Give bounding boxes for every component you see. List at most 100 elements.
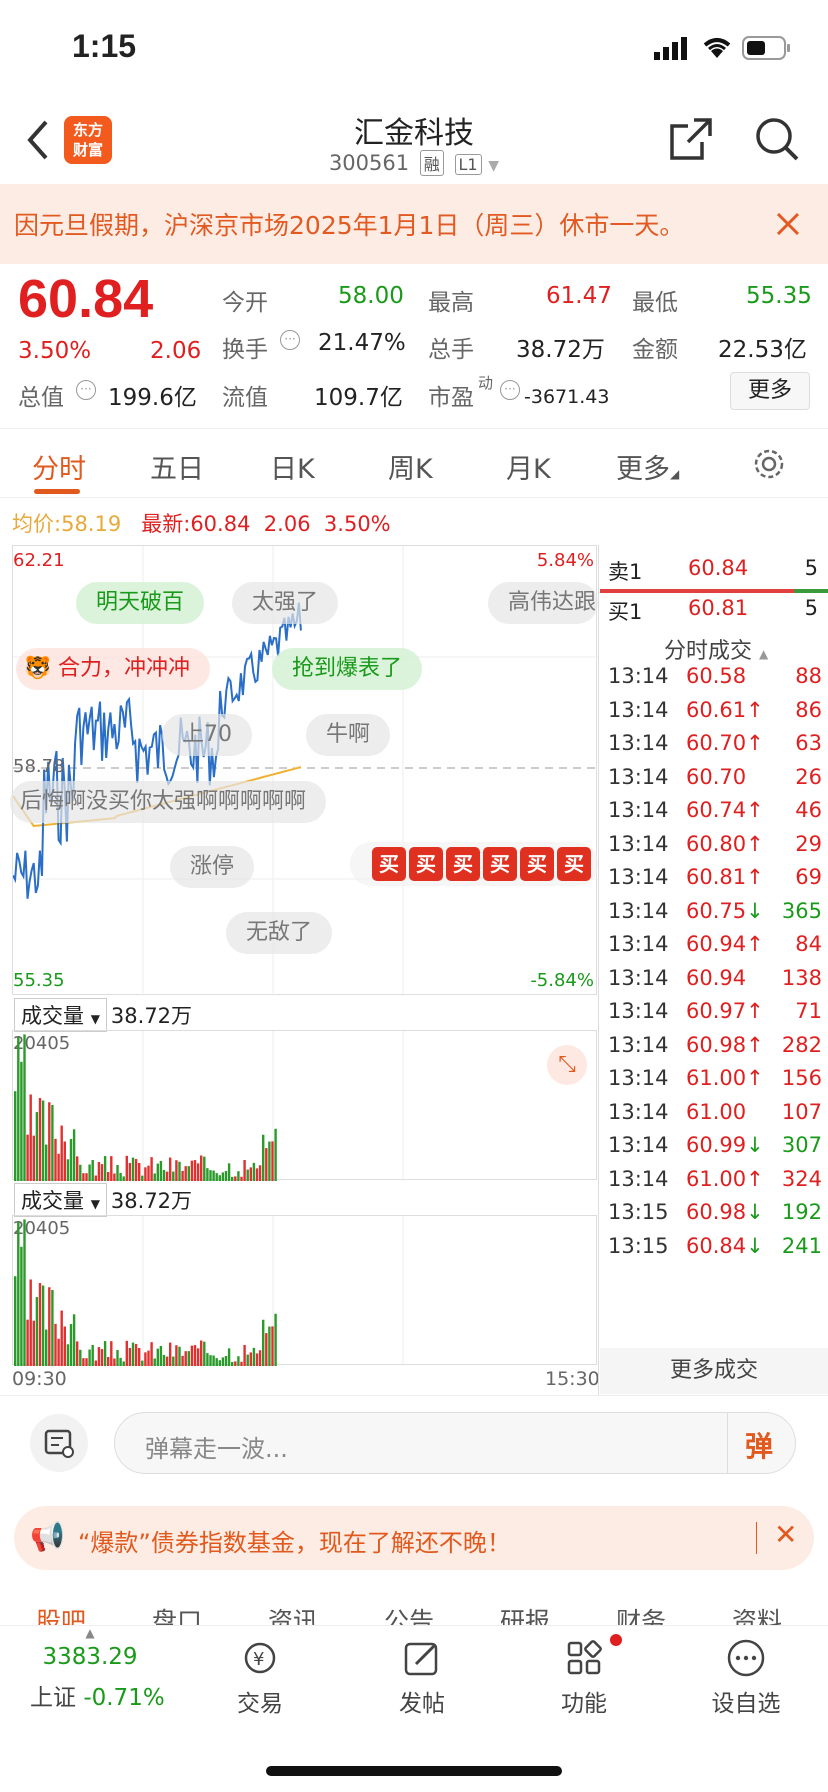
danmu-item[interactable]: 后悔啊没买你太强啊啊啊啊啊 — [10, 781, 327, 823]
volume-bar — [165, 1356, 169, 1366]
volume-bar — [35, 1112, 39, 1181]
volume-bar — [262, 1134, 265, 1181]
volume-bar — [258, 1350, 262, 1366]
volume-bar — [20, 1246, 23, 1366]
nav-add-watchlist[interactable]: 设自选 — [686, 1626, 806, 1718]
volume-bar — [125, 1340, 128, 1366]
tab-research[interactable]: 研报 — [500, 1602, 550, 1625]
volume-bar — [190, 1345, 194, 1366]
trade-icon: ¥ — [244, 1642, 276, 1674]
volume-bar — [227, 1163, 231, 1181]
volume-bar — [221, 1357, 225, 1366]
volume-bar — [79, 1349, 82, 1366]
volume-chart[interactable]: 20405 ⤡ — [12, 1030, 597, 1181]
stock-code: 300561 — [328, 151, 410, 175]
volume-bar — [203, 1341, 206, 1366]
trade-volume: 192 — [781, 1200, 822, 1224]
trade-volume: 29 — [795, 831, 822, 856]
info-icon[interactable]: ··· — [280, 330, 300, 350]
tab-announcements[interactable]: 公告 — [384, 1602, 434, 1625]
more-trades-button[interactable]: 更多成交 — [600, 1348, 828, 1394]
nav-post[interactable]: 发帖 — [362, 1626, 482, 1718]
high-label: 最高 — [428, 290, 474, 316]
volume-bar — [41, 1285, 45, 1366]
danmu-item[interactable]: 上70 — [162, 714, 252, 756]
expand-icon[interactable]: ⤡ — [547, 1045, 587, 1085]
volume-header[interactable]: 成交量 ▼ 38.72万 — [14, 998, 192, 1032]
tab-news[interactable]: 资讯 — [268, 1602, 318, 1625]
nav-trade[interactable]: ¥ 交易 — [200, 1626, 320, 1718]
volume-bar — [234, 1176, 237, 1181]
tab-financials[interactable]: 财务 — [616, 1602, 666, 1625]
volume-bar — [66, 1344, 70, 1366]
volume-bar — [184, 1351, 187, 1366]
fund-ad-banner[interactable]: 📢 “爆款”债券指数基金，现在了解还不晚！ ✕ — [14, 1506, 814, 1570]
nav-functions[interactable]: 功能 — [524, 1626, 644, 1718]
volume-bar — [85, 1173, 88, 1181]
danmu-item[interactable]: 明天破百 — [76, 582, 205, 624]
edit-icon — [404, 1642, 438, 1676]
gear-icon[interactable] — [752, 447, 786, 481]
tab-daily-k[interactable]: 日K — [270, 447, 315, 486]
danmu-item[interactable]: 抢到爆表了 — [272, 648, 423, 690]
trades-header[interactable]: 分时成交 ▲ — [664, 633, 768, 665]
danmu-item[interactable]: 🐯 合力，冲冲冲 — [16, 648, 211, 690]
volume-bar — [54, 1138, 57, 1181]
danmu-item[interactable]: 涨停 — [170, 846, 255, 888]
volume-header[interactable]: 成交量 ▼ 38.72万 — [14, 1183, 192, 1217]
index-ticker[interactable]: ▲ 3383.29 上证 -0.71% — [30, 1626, 165, 1712]
tab-more[interactable]: 更多◢ — [616, 447, 679, 486]
volume-bar — [23, 1219, 26, 1366]
close-icon[interactable]: ✕ — [774, 1518, 797, 1551]
tab-five-day[interactable]: 五日 — [150, 447, 204, 486]
volume-bar — [91, 1159, 94, 1181]
volume-bar — [45, 1144, 48, 1181]
volume-chart[interactable]: 20405 — [12, 1215, 597, 1366]
open-label: 今开 — [222, 290, 268, 316]
volume-bar — [231, 1361, 234, 1366]
search-icon[interactable] — [754, 116, 800, 162]
info-icon[interactable]: ··· — [76, 380, 96, 400]
share-icon[interactable] — [668, 116, 714, 162]
trade-row: 13:14 60.81↑ 69 — [608, 865, 826, 903]
volume-bar — [94, 1360, 97, 1366]
trade-time: 13:14 — [608, 865, 669, 889]
volume-bar — [119, 1172, 122, 1181]
trade-row: 13:14 60.75↓ 365 — [608, 899, 826, 937]
volume-bar — [209, 1170, 212, 1181]
volume-bar — [88, 1349, 91, 1366]
amount-value: 22.53亿 — [718, 337, 807, 363]
volume-bar — [97, 1347, 101, 1366]
volume-bar — [17, 1036, 20, 1181]
danmu-item[interactable]: 牛啊 — [306, 714, 391, 756]
danmu-item[interactable]: 高伟达跟 — [488, 582, 598, 624]
info-icon[interactable]: ··· — [500, 380, 520, 400]
danmu-send-button[interactable]: 弹 — [745, 1425, 773, 1465]
volume-bar — [262, 1319, 265, 1366]
tab-profile[interactable]: 资料 — [732, 1602, 782, 1625]
more-button[interactable]: 更多 — [730, 372, 810, 410]
trade-volume: 69 — [795, 865, 822, 889]
tab-forum[interactable]: 股吧 — [36, 1602, 86, 1625]
tab-orderbook[interactable]: 盘口 — [152, 1602, 202, 1625]
tab-weekly-k[interactable]: 周K — [388, 447, 433, 486]
more-icon — [727, 1639, 765, 1677]
trade-volume: 282 — [781, 1032, 822, 1057]
status-time: 1:15 — [72, 28, 137, 64]
trade-price: 60.99↓ — [686, 1133, 764, 1157]
tab-monthly-k[interactable]: 月K — [506, 447, 551, 486]
trade-time: 13:14 — [608, 764, 669, 789]
danmu-input[interactable]: 弹幕走一波... 弹 — [114, 1412, 796, 1474]
close-icon[interactable] — [776, 212, 800, 236]
volume-bar — [113, 1173, 116, 1181]
trade-volume: 324 — [781, 1166, 822, 1191]
trade-row: 13:14 60.61↑ 86 — [608, 698, 826, 736]
tab-intraday[interactable]: 分时 — [32, 447, 86, 486]
trade-time: 13:14 — [608, 731, 669, 755]
trade-row: 13:14 60.97↑ 71 — [608, 999, 826, 1037]
volume-bar — [54, 1323, 57, 1366]
volume-bar — [88, 1164, 91, 1181]
danmu-settings-button[interactable] — [30, 1414, 88, 1472]
danmu-item[interactable]: 太强了 — [232, 582, 339, 624]
danmu-item[interactable]: 无敌了 — [226, 912, 333, 954]
